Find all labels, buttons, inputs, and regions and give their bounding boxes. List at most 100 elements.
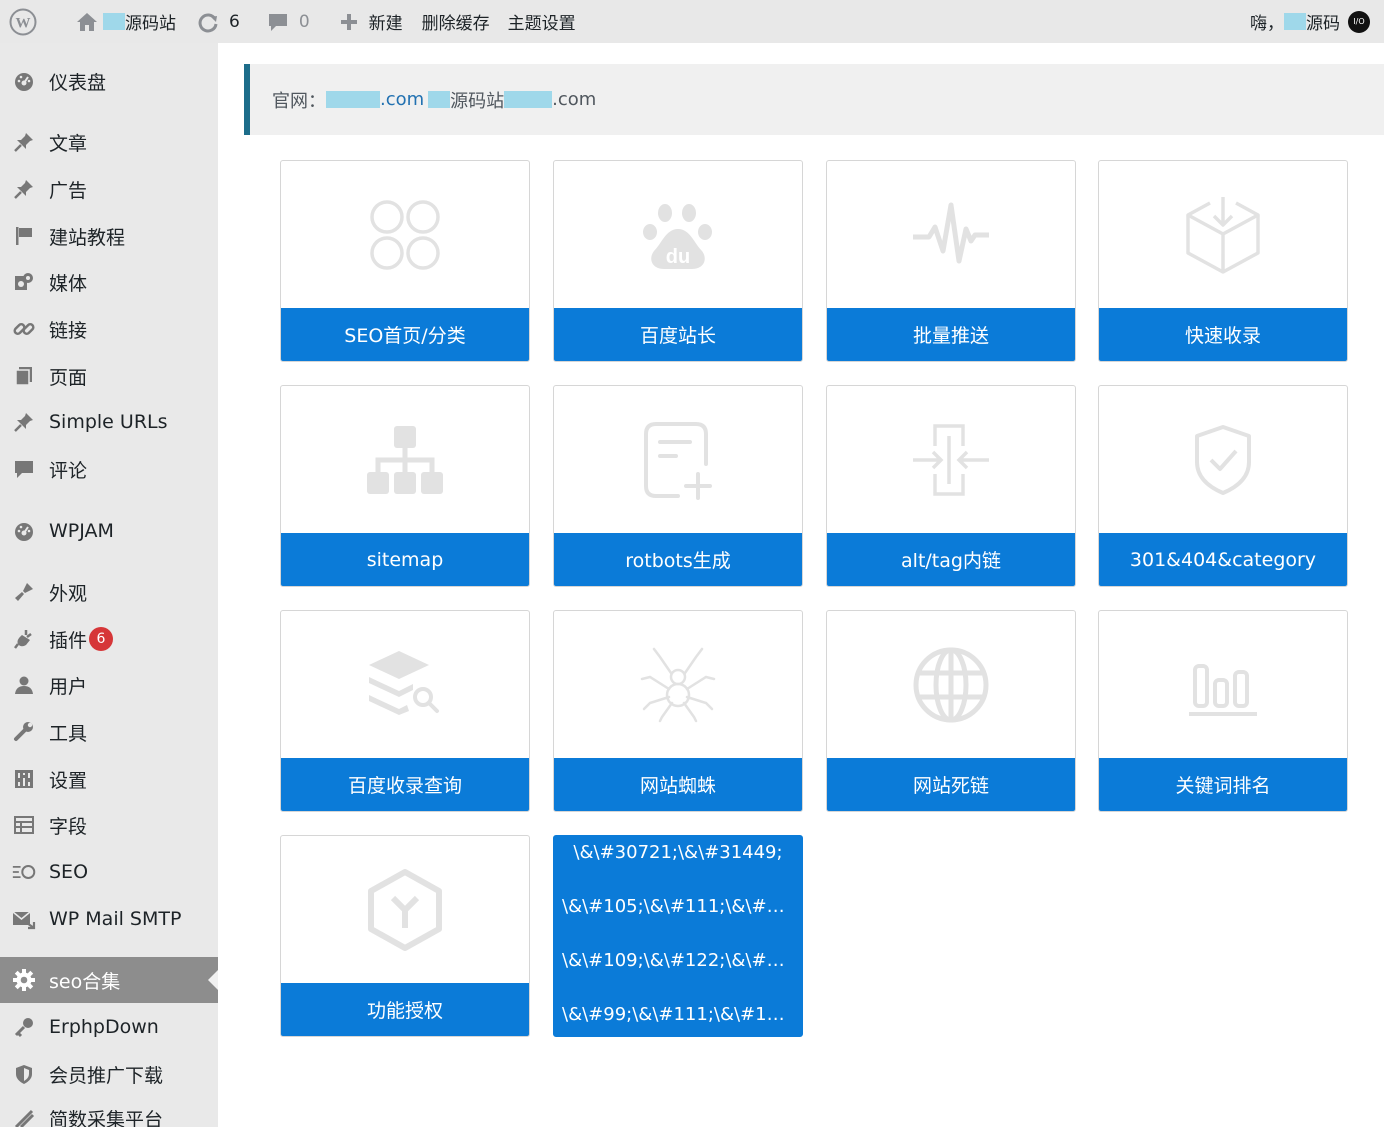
sidebar-item[interactable]: 建站教程	[0, 213, 218, 259]
link-icon	[12, 317, 36, 341]
wordpress-logo[interactable]: W	[0, 0, 46, 43]
feature-card[interactable]: 网站蜘蛛	[553, 610, 803, 812]
globe-icon	[827, 611, 1075, 759]
my-account-link[interactable]: 嗨， 源码 I/O	[1241, 0, 1384, 43]
feature-card[interactable]: du 百度站长	[553, 160, 803, 362]
shield-check-icon	[1099, 386, 1347, 534]
encoded-text: \&\#30721;\&\#31449; \&\#105;\&\#111;\&\#…	[554, 836, 802, 1026]
feature-card[interactable]: 快速收录	[1098, 160, 1348, 362]
feature-card[interactable]: 百度收录查询	[280, 610, 530, 812]
sidebar-item[interactable]: 仪表盘	[0, 58, 218, 104]
sidebar-item-label: 评论	[49, 459, 88, 482]
sidebar-item[interactable]: 工具	[0, 709, 218, 755]
masked-text	[103, 13, 125, 30]
sidebar-item-label: ErphpDown	[49, 1016, 159, 1038]
feature-card-label: 快速收录	[1099, 308, 1347, 361]
feature-card[interactable]: 批量推送	[826, 160, 1076, 362]
site-name: 源码站	[125, 14, 176, 34]
sidebar-item[interactable]: 链接	[0, 306, 218, 352]
theme-settings-label: 主题设置	[507, 14, 576, 34]
bar-chart-icon	[1099, 611, 1347, 759]
theme-settings-link[interactable]: 主题设置	[499, 0, 585, 43]
sidebar-item[interactable]: 插件 6	[0, 616, 218, 662]
sidebar-item[interactable]: 用户	[0, 662, 218, 708]
feature-card-label: SEO首页/分类	[281, 308, 529, 361]
media-icon	[12, 270, 36, 294]
feature-card[interactable]: alt/tag内链	[826, 385, 1076, 587]
new-label: 新建	[368, 14, 403, 34]
feature-card[interactable]: 301&404&category	[1098, 385, 1348, 587]
sidebar-item[interactable]: 评论	[0, 446, 218, 492]
home-icon	[77, 12, 97, 31]
sidebar-item[interactable]: 设置	[0, 756, 218, 802]
greeting: 嗨，	[1250, 14, 1284, 34]
feature-card-label: 301&404&category	[1099, 533, 1347, 586]
hexagon-y-icon	[281, 836, 529, 984]
encoded-text-line: \&\#105;\&\#111;\&\#121;	[562, 896, 802, 917]
clear-cache-label: 删除缓存	[421, 14, 490, 34]
refresh-icon	[198, 13, 218, 32]
notice-prefix: 官网：	[272, 90, 326, 112]
sidebar-item[interactable]: 媒体	[0, 259, 218, 305]
sidebar-item[interactable]: WPJAM	[0, 508, 218, 554]
plugin-icon	[12, 627, 36, 651]
collect-icon	[12, 1106, 36, 1127]
sidebar-item[interactable]: ErphpDown	[0, 1004, 218, 1050]
sidebar-item-label: 设置	[49, 769, 88, 792]
dashboard-icon	[12, 69, 36, 93]
new-content-link[interactable]: 新建	[319, 0, 412, 43]
sidebar-item-label: 建站教程	[49, 226, 126, 249]
feature-card[interactable]: sitemap	[280, 385, 530, 587]
sidebar-item-label: 简数采集平台	[49, 1108, 164, 1127]
sidebar-item-label: 用户	[49, 675, 88, 698]
comment-icon	[12, 457, 36, 481]
clear-cache-link[interactable]: 删除缓存	[412, 0, 499, 43]
masked-text	[326, 91, 380, 108]
encoded-text-line: \&\#99;\&\#111;\&\#109;…	[562, 1004, 802, 1025]
sidebar-item[interactable]: WP Mail SMTP	[0, 896, 218, 942]
notice-link-1[interactable]: .com	[380, 89, 424, 110]
feature-card-label: alt/tag内链	[827, 533, 1075, 586]
feature-card[interactable]: SEO首页/分类	[280, 160, 530, 362]
settings-icon	[12, 767, 36, 791]
sidebar-item[interactable]: 外观	[0, 569, 218, 615]
feature-card[interactable]: 网站死链	[826, 610, 1076, 812]
svg-text:du: du	[666, 246, 690, 268]
sidebar-item[interactable]: 简数采集平台	[0, 1095, 218, 1127]
key-icon	[12, 1015, 36, 1039]
wrench-icon	[12, 720, 36, 744]
feature-card[interactable]: 功能授权	[280, 835, 530, 1037]
sidebar-item[interactable]: 文章	[0, 119, 218, 165]
masked-text	[504, 91, 553, 108]
baidu-paw-icon: du	[554, 161, 802, 309]
box-download-icon	[1099, 161, 1347, 309]
sidebar-item[interactable]: 广告	[0, 166, 218, 212]
clover-icon	[281, 161, 529, 309]
feature-card-label: 批量推送	[827, 308, 1075, 361]
page-icon	[12, 364, 36, 388]
avatar: I/O	[1348, 10, 1370, 33]
sidebar-item[interactable]: 页面	[0, 353, 218, 399]
feature-card[interactable]: 关键词排名	[1098, 610, 1348, 812]
updates-link[interactable]: 6	[185, 0, 249, 43]
sidebar-item-label: Simple URLs	[49, 411, 168, 433]
spider-icon	[554, 611, 802, 759]
comments-link[interactable]: 0	[249, 0, 319, 43]
pulse-icon	[827, 161, 1075, 309]
sidebar-item-label: 工具	[49, 722, 88, 745]
sidebar-item[interactable]: 字段	[0, 802, 218, 848]
sidebar-item[interactable]: Simple URLs	[0, 399, 218, 445]
svg-text:W: W	[16, 15, 31, 31]
sidebar-item-label: 仪表盘	[49, 71, 107, 94]
merge-arrows-icon	[827, 386, 1075, 534]
notice-link-2[interactable]: .com	[552, 89, 596, 110]
doc-add-icon	[554, 386, 802, 534]
sidebar-item[interactable]: 会员推广下载	[0, 1051, 218, 1097]
feature-card[interactable]: rotbots生成	[553, 385, 803, 587]
encoded-text-card[interactable]: \&\#30721;\&\#31449; \&\#105;\&\#111;\&\#…	[553, 835, 803, 1037]
feature-card-label: 功能授权	[281, 983, 529, 1036]
sidebar-item[interactable]: SEO	[0, 849, 218, 895]
site-name-link[interactable]: 源码站	[46, 0, 185, 43]
pin-icon	[12, 410, 36, 434]
sidebar-item[interactable]: seo合集	[0, 957, 218, 1003]
